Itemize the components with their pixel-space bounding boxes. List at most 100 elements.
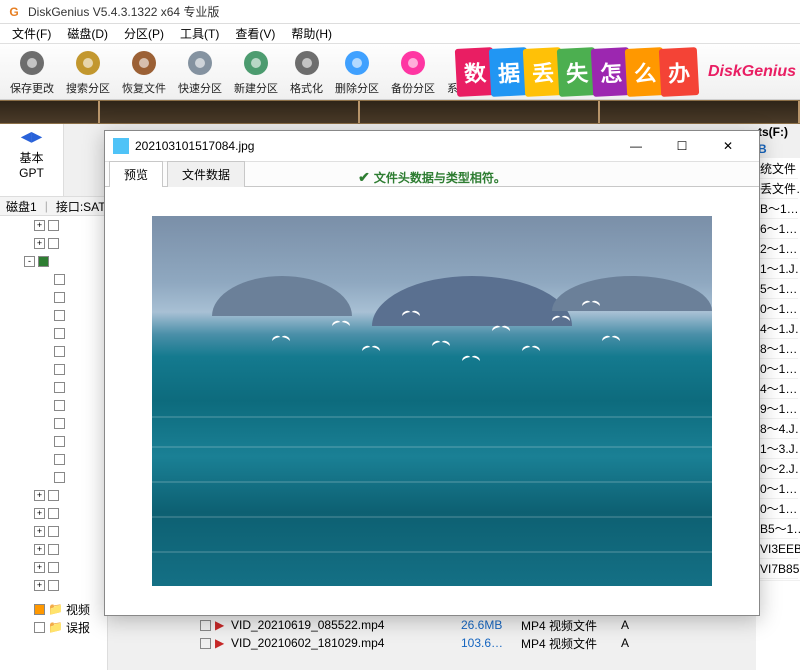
tool-delete[interactable]: 删除分区 bbox=[329, 45, 385, 98]
tree-node[interactable] bbox=[0, 342, 107, 360]
file-row[interactable]: ▶VID_20210619_085522.mp426.6MBMP4 视频文件A bbox=[200, 616, 760, 634]
tree-node[interactable]: + bbox=[0, 216, 107, 234]
right-cell[interactable]: 4～1.J… bbox=[758, 319, 798, 339]
tool-new[interactable]: 新建分区 bbox=[228, 45, 284, 98]
right-cell[interactable]: 丢文件… bbox=[758, 179, 798, 199]
tab-preview[interactable]: 预览 bbox=[109, 161, 163, 187]
file-checkbox[interactable] bbox=[200, 620, 211, 631]
tree-node[interactable] bbox=[0, 270, 107, 288]
tree-checkbox[interactable] bbox=[48, 580, 59, 591]
tree-checkbox[interactable] bbox=[48, 490, 59, 501]
tree-node[interactable] bbox=[0, 324, 107, 342]
tree-checkbox[interactable] bbox=[54, 364, 65, 375]
tree-checkbox[interactable] bbox=[54, 436, 65, 447]
tree-node[interactable] bbox=[0, 396, 107, 414]
tree-node[interactable] bbox=[0, 468, 107, 486]
nav-arrows-icon[interactable]: ◀▶ bbox=[0, 128, 63, 145]
tree-node[interactable]: + bbox=[0, 486, 107, 504]
tree-node[interactable] bbox=[0, 414, 107, 432]
tree-checkbox[interactable] bbox=[34, 622, 45, 633]
tree-checkbox[interactable] bbox=[54, 292, 65, 303]
tree-node[interactable] bbox=[0, 306, 107, 324]
tree-checkbox[interactable] bbox=[34, 604, 45, 615]
right-cell[interactable]: 0～1… bbox=[758, 299, 798, 319]
promo-banner[interactable]: 数据丢失怎么办 DiskGenius bbox=[460, 44, 800, 100]
tree-checkbox[interactable] bbox=[54, 346, 65, 357]
menu-file[interactable]: 文件(F) bbox=[4, 23, 59, 44]
tree-node[interactable] bbox=[0, 288, 107, 306]
tree-checkbox[interactable] bbox=[48, 562, 59, 573]
right-cell[interactable]: 6～1… bbox=[758, 219, 798, 239]
tree-checkbox[interactable] bbox=[54, 274, 65, 285]
menu-partition[interactable]: 分区(P) bbox=[116, 23, 172, 44]
right-cell[interactable]: 0～1… bbox=[758, 479, 798, 499]
menu-view[interactable]: 查看(V) bbox=[227, 23, 283, 44]
minimize-button[interactable]: — bbox=[613, 131, 659, 161]
right-cell[interactable]: B5～1… bbox=[758, 519, 798, 539]
tool-save[interactable]: 保存更改 bbox=[4, 45, 60, 98]
file-checkbox[interactable] bbox=[200, 638, 211, 649]
tree-node[interactable] bbox=[0, 450, 107, 468]
tree-toggle-icon[interactable]: + bbox=[34, 220, 45, 231]
right-cell[interactable]: 2～1… bbox=[758, 239, 798, 259]
tree-checkbox[interactable] bbox=[48, 220, 59, 231]
menu-disk[interactable]: 磁盘(D) bbox=[59, 23, 116, 44]
tree-node[interactable]: 📁视频 bbox=[0, 600, 107, 618]
tree-node[interactable]: + bbox=[0, 234, 107, 252]
right-cell[interactable]: VI7B85～1… bbox=[758, 559, 798, 579]
tree-checkbox[interactable] bbox=[54, 310, 65, 321]
dialog-titlebar[interactable]: 202103101517084.jpg — ☐ ✕ bbox=[105, 131, 759, 161]
tree-toggle-icon[interactable]: + bbox=[34, 544, 45, 555]
tree-toggle-icon[interactable]: + bbox=[34, 526, 45, 537]
right-cell[interactable]: 1～3.J… bbox=[758, 439, 798, 459]
tree-checkbox[interactable] bbox=[48, 526, 59, 537]
maximize-button[interactable]: ☐ bbox=[659, 131, 705, 161]
right-cell[interactable]: 0～2.J… bbox=[758, 459, 798, 479]
tree-checkbox[interactable] bbox=[54, 454, 65, 465]
tree-checkbox[interactable] bbox=[48, 544, 59, 555]
tree-node[interactable]: + bbox=[0, 504, 107, 522]
tool-backup[interactable]: 备份分区 bbox=[385, 45, 441, 98]
right-cell[interactable]: 8～1… bbox=[758, 339, 798, 359]
right-cell[interactable]: B～1… bbox=[758, 199, 798, 219]
tab-filedata[interactable]: 文件数据 bbox=[167, 161, 245, 187]
tree-checkbox[interactable] bbox=[54, 328, 65, 339]
tree-node[interactable]: + bbox=[0, 558, 107, 576]
right-cell[interactable]: 0～1… bbox=[758, 359, 798, 379]
file-row[interactable]: ▶VID_20210602_181029.mp4103.6…MP4 视频文件A bbox=[200, 634, 760, 652]
tree-checkbox[interactable] bbox=[48, 238, 59, 249]
tree-toggle-icon[interactable]: + bbox=[34, 508, 45, 519]
tree-toggle-icon[interactable]: + bbox=[34, 238, 45, 249]
tree-node[interactable] bbox=[0, 432, 107, 450]
tree-node[interactable]: + bbox=[0, 522, 107, 540]
right-cell[interactable]: 统文件 bbox=[758, 159, 798, 179]
right-cell[interactable]: 1～1.J… bbox=[758, 259, 798, 279]
tool-recover[interactable]: 恢复文件 bbox=[116, 45, 172, 98]
tree-node[interactable] bbox=[0, 360, 107, 378]
tree-toggle-icon[interactable]: - bbox=[24, 256, 35, 267]
menu-tools[interactable]: 工具(T) bbox=[172, 23, 227, 44]
right-cell[interactable]: 9～1… bbox=[758, 399, 798, 419]
tool-format[interactable]: 格式化 bbox=[284, 45, 329, 98]
right-cell[interactable]: 8～4.J… bbox=[758, 419, 798, 439]
tree-checkbox[interactable] bbox=[54, 400, 65, 411]
tree-node[interactable]: - bbox=[0, 252, 107, 270]
right-cell[interactable]: VI3EEB～1… bbox=[758, 539, 798, 559]
close-button[interactable]: ✕ bbox=[705, 131, 751, 161]
tree-checkbox[interactable] bbox=[54, 382, 65, 393]
tree-checkbox[interactable] bbox=[38, 256, 49, 267]
disk-map-strip[interactable] bbox=[0, 100, 800, 124]
right-cell[interactable]: 5～1… bbox=[758, 279, 798, 299]
right-cell[interactable]: 4～1… bbox=[758, 379, 798, 399]
menu-help[interactable]: 帮助(H) bbox=[283, 23, 340, 44]
tree-checkbox[interactable] bbox=[54, 418, 65, 429]
tree-node[interactable]: + bbox=[0, 540, 107, 558]
tree-toggle-icon[interactable]: + bbox=[34, 490, 45, 501]
tree-node[interactable] bbox=[0, 378, 107, 396]
tree-toggle-icon[interactable]: + bbox=[34, 580, 45, 591]
tree-node[interactable]: + bbox=[0, 576, 107, 594]
folder-tree[interactable]: + + - + + + + + + 📁视频📁误报 bbox=[0, 216, 108, 670]
file-list[interactable]: ▶VID_20210619_085522.mp426.6MBMP4 视频文件A▶… bbox=[200, 616, 760, 652]
tree-node[interactable]: 📁误报 bbox=[0, 618, 107, 636]
tool-disc[interactable]: 快速分区 bbox=[172, 45, 228, 98]
